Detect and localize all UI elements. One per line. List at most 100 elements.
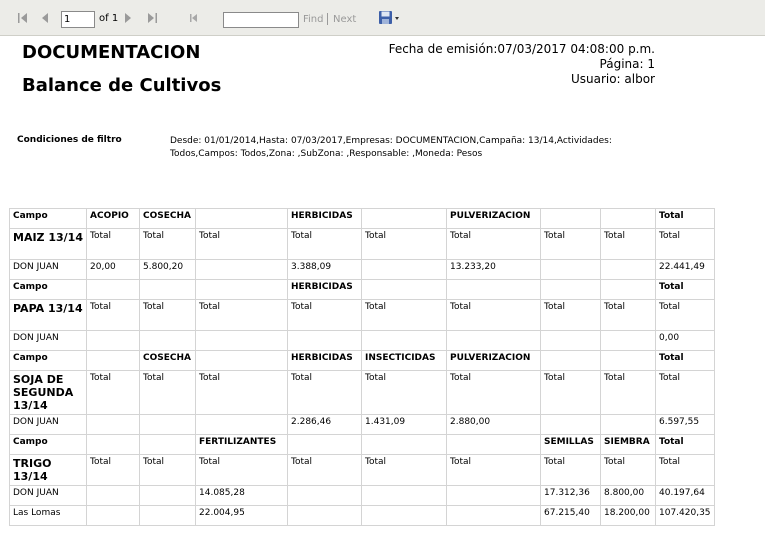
total-subheader: Total	[139, 454, 196, 486]
header-cell: SEMILLAS	[540, 434, 601, 455]
value-cell: 2.880,00	[446, 414, 541, 435]
header-cell: HERBICIDAS	[287, 350, 362, 371]
campo-cell: DON JUAN	[9, 414, 87, 435]
crop-name: MAIZ 13/14	[9, 228, 87, 260]
value-cell	[139, 330, 196, 351]
report-company: DOCUMENTACION	[22, 42, 201, 63]
header-cell: PULVERIZACION	[446, 350, 541, 371]
header-cell: Total	[655, 208, 715, 229]
value-cell	[361, 505, 447, 526]
total-subheader: Total	[195, 370, 288, 415]
section-header-row: Campo HERBICIDAS Total	[9, 279, 715, 300]
value-cell: 2.286,46	[287, 414, 362, 435]
header-cell: PULVERIZACION	[446, 208, 541, 229]
header-cell: HERBICIDAS	[287, 208, 362, 229]
header-cell	[139, 434, 196, 455]
total-subheader: Total	[86, 454, 140, 486]
value-cell	[361, 259, 447, 280]
header-cell: Campo	[9, 434, 87, 455]
crop-row: MAIZ 13/14 Total Total Total Total Total Total…	[9, 228, 715, 260]
campo-cell: Las Lomas	[9, 505, 87, 526]
value-cell: 18.200,00	[600, 505, 656, 526]
value-cell	[287, 330, 362, 351]
value-cell	[540, 414, 601, 435]
value-cell: 8.800,00	[600, 485, 656, 506]
crop-name: PAPA 13/14	[9, 299, 87, 331]
header-cell	[361, 279, 447, 300]
value-cell: 22.004,95	[195, 505, 288, 526]
value-cell	[287, 485, 362, 506]
campo-cell: DON JUAN	[9, 259, 87, 280]
value-cell: 5.800,20	[139, 259, 196, 280]
next-page-icon[interactable]	[123, 11, 133, 27]
value-cell: 6.597,55	[655, 414, 715, 435]
find-next-link[interactable]: Next	[333, 14, 356, 25]
value-cell	[195, 330, 288, 351]
section-header-row: Campo COSECHA HERBICIDAS INSECTICIDAS PULVER…	[9, 350, 715, 371]
total-subheader: Total	[540, 370, 601, 415]
value-cell	[86, 485, 140, 506]
header-cell: COSECHA	[139, 350, 196, 371]
campo-cell: DON JUAN	[9, 485, 87, 506]
total-subheader: Total	[195, 299, 288, 331]
total-subheader: Total	[86, 299, 140, 331]
header-cell: Campo	[9, 350, 87, 371]
total-subheader: Total	[655, 454, 715, 486]
emission-date: Fecha de emisión:07/03/2017 04:08:00 p.m…	[388, 42, 655, 56]
total-subheader: Total	[139, 370, 196, 415]
header-cell: SIEMBRA	[600, 434, 656, 455]
header-cell: COSECHA	[139, 208, 196, 229]
value-cell: 20,00	[86, 259, 140, 280]
table-row: DON JUAN 20,00 5.800,20 3.388,09 13.233,20 22…	[9, 259, 715, 280]
crop-row: PAPA 13/14 Total Total Total Total Total Total…	[9, 299, 715, 331]
total-subheader: Total	[600, 370, 656, 415]
value-cell: 1.431,09	[361, 414, 447, 435]
value-cell: 67.215,40	[540, 505, 601, 526]
last-page-icon[interactable]	[146, 11, 158, 27]
back-to-parent-icon[interactable]	[188, 11, 200, 27]
find-link[interactable]: Find	[303, 14, 324, 25]
total-subheader: Total	[139, 299, 196, 331]
value-cell: 107.420,35	[655, 505, 715, 526]
previous-page-icon[interactable]	[40, 11, 50, 27]
crop-row: TRIGO 13/14 Total Total Total Total Total Tota…	[9, 454, 715, 486]
header-cell	[86, 434, 140, 455]
value-cell	[446, 485, 541, 506]
filter-conditions-label: Condiciones de filtro	[17, 135, 122, 145]
value-cell	[86, 330, 140, 351]
table-row: Las Lomas 22.004,95 67.215,40 18.200,00 107.…	[9, 505, 715, 526]
value-cell: 13.233,20	[446, 259, 541, 280]
header-cell	[446, 279, 541, 300]
page-number-input[interactable]	[61, 11, 95, 28]
value-cell	[139, 414, 196, 435]
header-cell	[139, 279, 196, 300]
find-text-input[interactable]	[223, 12, 299, 28]
total-subheader: Total	[195, 454, 288, 486]
header-cell: Total	[655, 434, 715, 455]
page-indicator: Página: 1	[599, 57, 655, 71]
first-page-icon[interactable]	[17, 11, 29, 27]
header-cell: FERTILIZANTES	[195, 434, 288, 455]
find-next-separator	[327, 13, 328, 25]
value-cell	[540, 259, 601, 280]
header-cell: HERBICIDAS	[287, 279, 362, 300]
total-subheader: Total	[446, 228, 541, 260]
total-subheader: Total	[600, 299, 656, 331]
table-row: DON JUAN 2.286,46 1.431,09 2.880,00 6.597,55	[9, 414, 715, 435]
header-cell: ACOPIO	[86, 208, 140, 229]
value-cell	[600, 330, 656, 351]
header-cell	[195, 350, 288, 371]
value-cell	[195, 259, 288, 280]
total-subheader: Total	[446, 370, 541, 415]
report-meta: Fecha de emisión:07/03/2017 04:08:00 p.m…	[389, 42, 655, 87]
export-save-icon[interactable]	[378, 10, 402, 26]
value-cell	[195, 414, 288, 435]
header-cell: Total	[655, 350, 715, 371]
header-cell: Campo	[9, 208, 87, 229]
value-cell: 40.197,64	[655, 485, 715, 506]
total-subheader: Total	[600, 228, 656, 260]
total-subheader: Total	[361, 228, 447, 260]
total-subheader: Total	[540, 454, 601, 486]
value-cell	[446, 505, 541, 526]
header-cell	[600, 350, 656, 371]
